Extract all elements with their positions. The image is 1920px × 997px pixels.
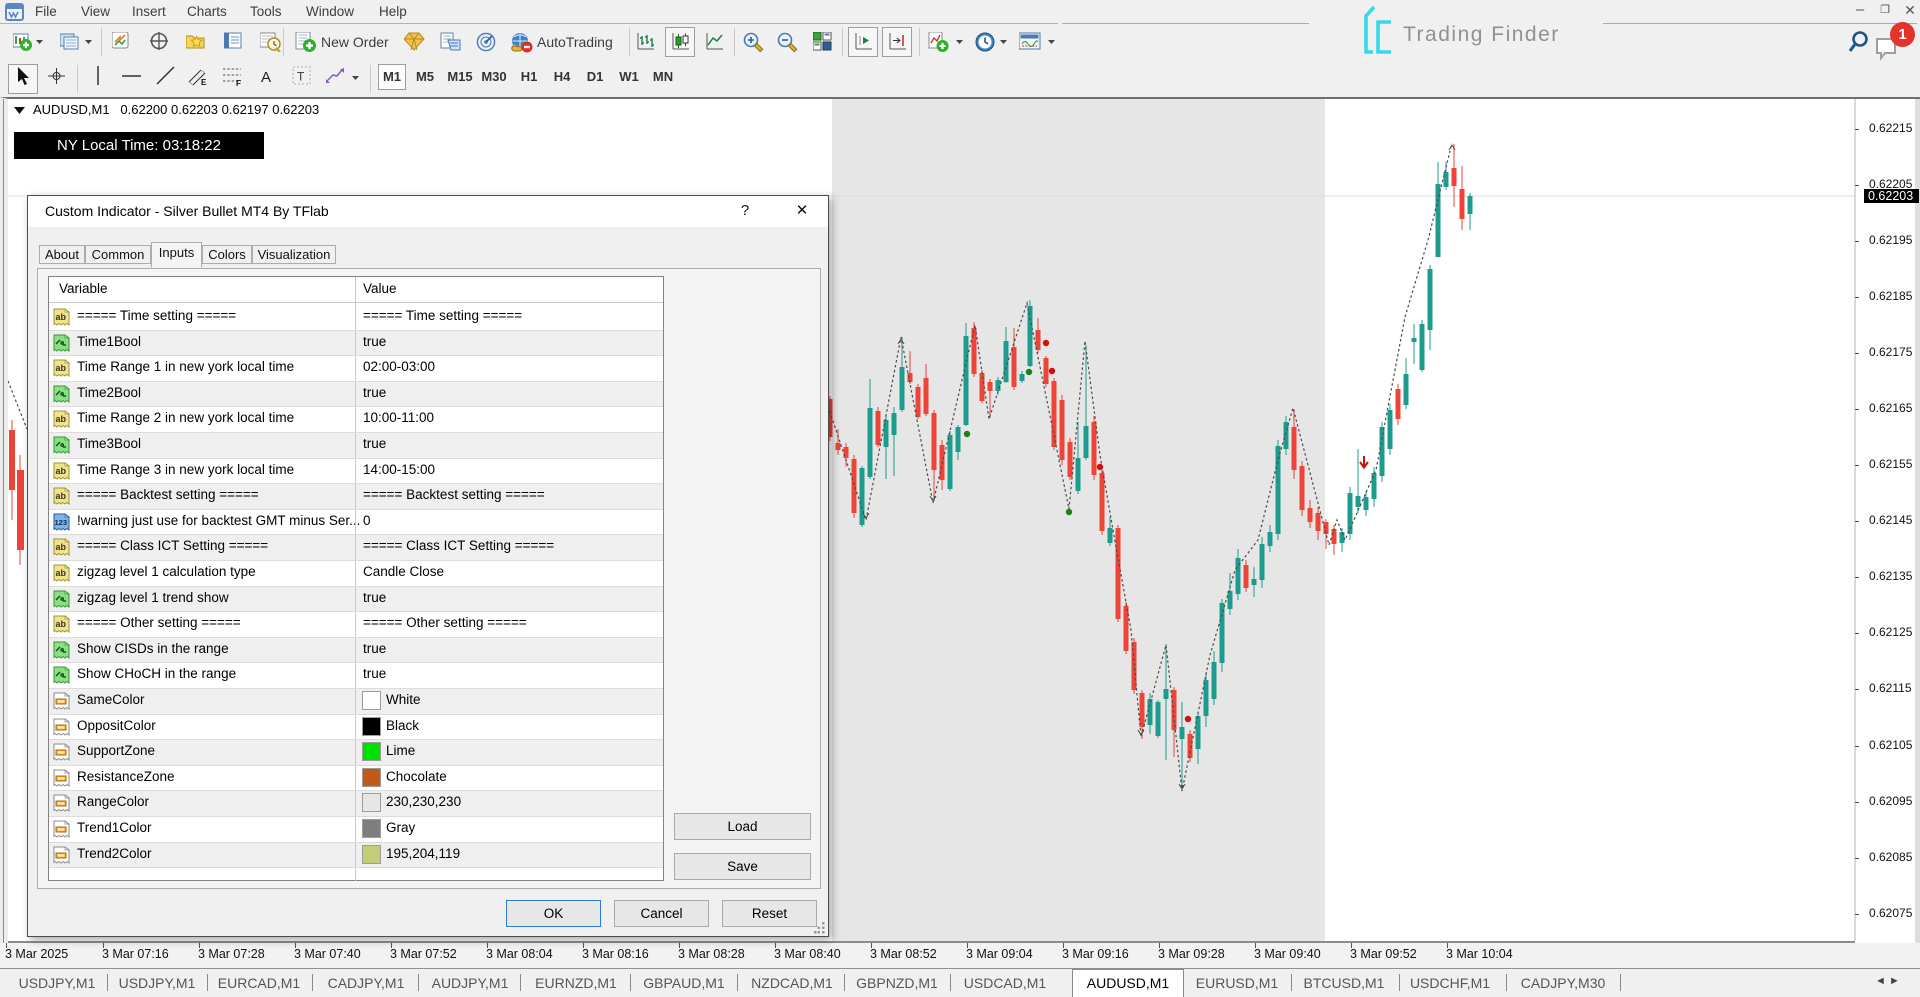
- svg-text:F: F: [236, 79, 241, 86]
- svg-text:ab: ab: [56, 542, 67, 552]
- svg-text:ab: ab: [56, 312, 67, 322]
- svg-text:ab: ab: [56, 363, 67, 373]
- svg-text:ab: ab: [56, 619, 67, 629]
- svg-text:ab: ab: [56, 568, 67, 578]
- svg-text:ab: ab: [56, 466, 67, 476]
- svg-text:T: T: [297, 70, 305, 84]
- svg-text:E: E: [201, 78, 207, 86]
- svg-text:123: 123: [55, 518, 68, 527]
- svg-text:ab: ab: [56, 414, 67, 424]
- svg-text:ab: ab: [56, 491, 67, 501]
